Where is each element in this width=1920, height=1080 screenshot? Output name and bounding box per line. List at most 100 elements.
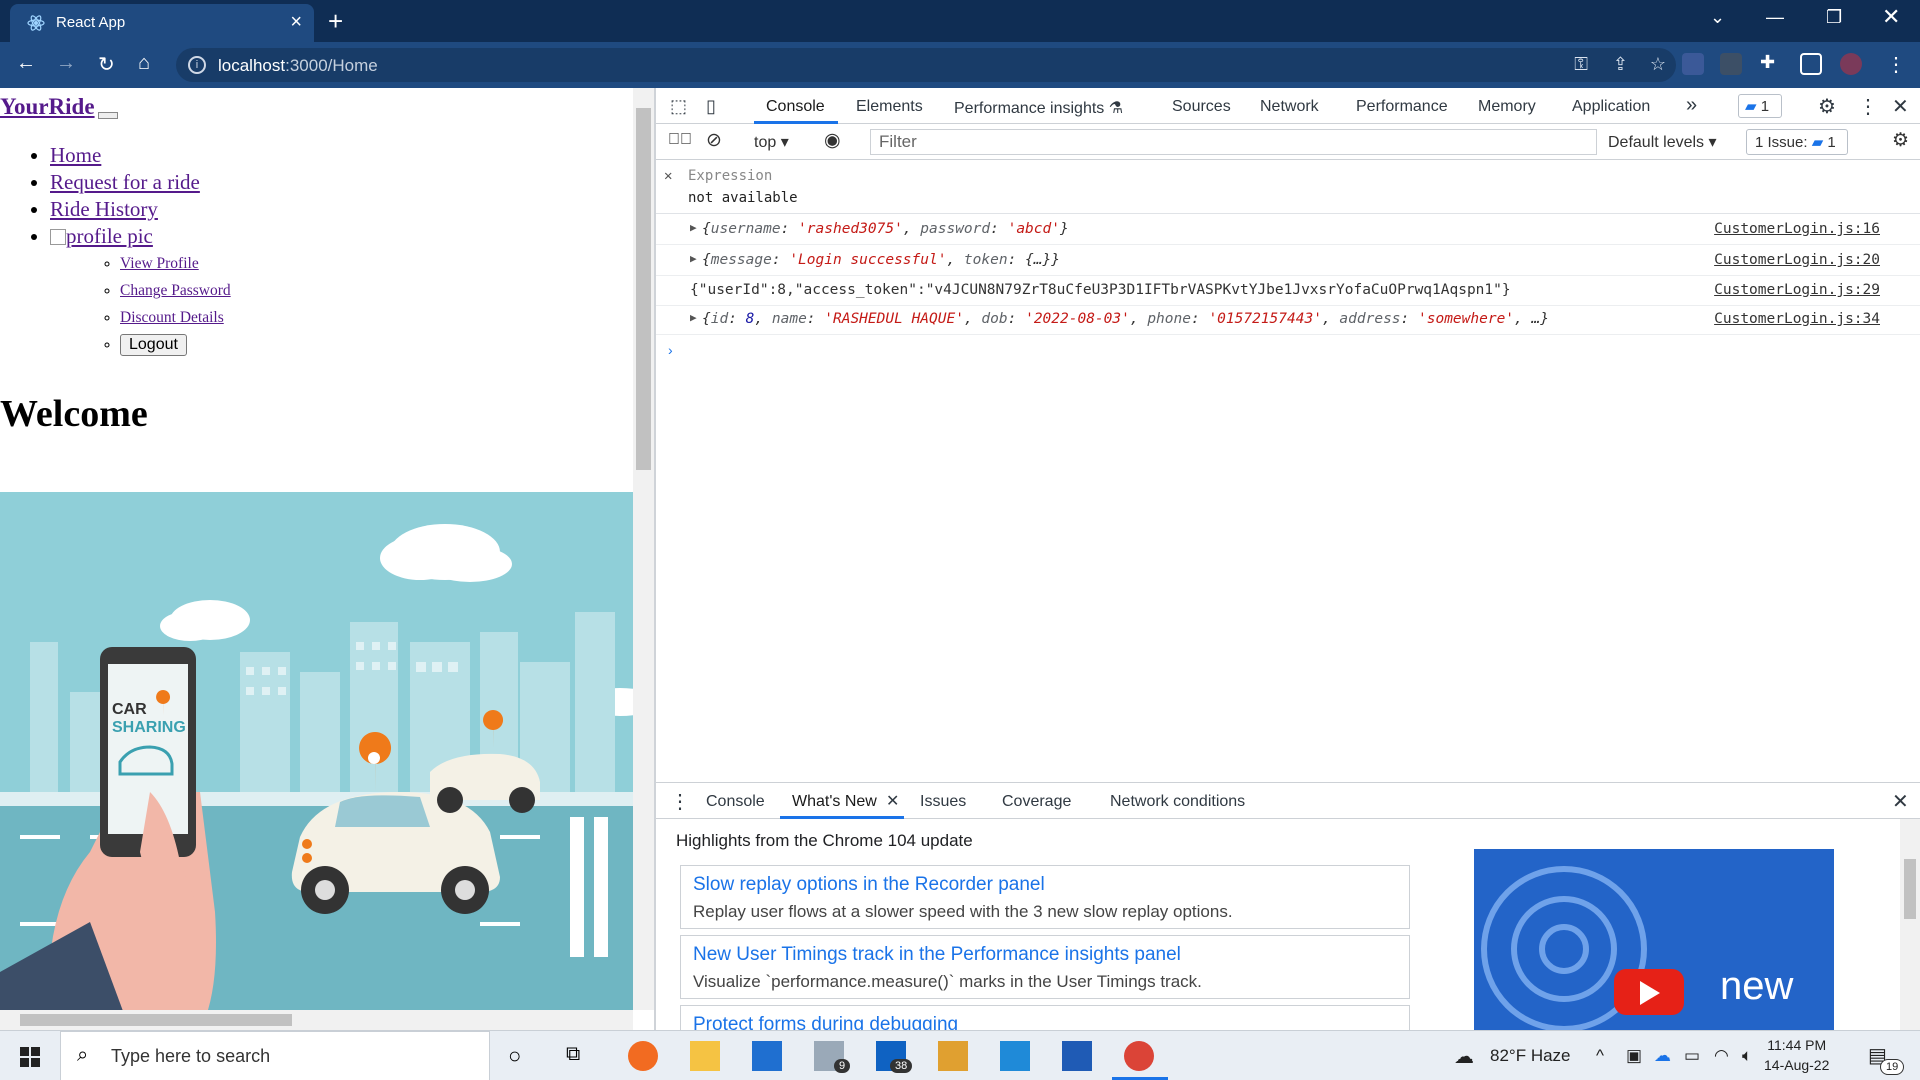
windows-start-icon[interactable] [20,1047,40,1067]
tab-close-icon[interactable]: × [290,11,302,34]
word-icon[interactable] [1062,1041,1092,1071]
expand-arrow-icon[interactable]: ▶ [690,311,697,324]
log-levels-dropdown[interactable]: Default levels ▾ [1608,132,1717,152]
whats-new-video-thumbnail[interactable]: new [1474,849,1834,1031]
volume-icon[interactable]: 🔈︎ [1742,1046,1752,1066]
card-title-link[interactable]: Slow replay options in the Recorder pane… [693,874,1045,896]
brand-link[interactable]: YourRide [0,94,95,120]
nav-link-request-ride[interactable]: Request for a ride [50,170,200,194]
weather-icon[interactable]: ☁ [1454,1044,1474,1069]
microsoft-store-icon[interactable] [752,1041,782,1071]
taskbar-search-box[interactable]: ⌕ Type here to search [60,1031,490,1080]
page-horizontal-scroll-thumb[interactable] [20,1014,292,1026]
source-link[interactable]: CustomerLogin.js:20 [1714,252,1880,268]
tab-memory[interactable]: Memory [1478,98,1536,116]
onedrive-icon[interactable]: ☁ [1654,1046,1671,1066]
wifi-icon[interactable]: ◠ [1714,1046,1729,1066]
console-prompt-icon[interactable]: › [668,342,673,358]
chrome-menu-icon[interactable]: ⋮ [1886,52,1906,77]
drawer-tab-network-conditions[interactable]: Network conditions [1110,793,1245,811]
new-tab-icon[interactable]: + [328,6,343,37]
drawer-scrollbar[interactable] [1900,819,1920,1031]
home-icon[interactable]: ⌂ [138,52,150,75]
app-icon[interactable] [938,1041,968,1071]
source-link[interactable]: CustomerLogin.js:16 [1714,221,1880,237]
address-bar[interactable]: i localhost:3000/Home ⚿ ⇪ ☆ [176,48,1676,82]
profile-pic-link[interactable]: profile pic [50,224,153,248]
firefox-icon[interactable] [628,1041,658,1071]
expression-label[interactable]: Expression [688,168,772,184]
messages-badge[interactable]: ▰ 1 [1738,94,1782,118]
weather-text[interactable]: 82°F Haze [1490,1046,1571,1066]
cortana-icon[interactable]: ○ [508,1043,521,1069]
issues-button[interactable]: 1 Issue: ▰ 1 [1746,129,1848,155]
restore-icon[interactable]: ❐ [1826,7,1842,28]
tab-elements[interactable]: Elements [856,98,923,116]
browser-tab[interactable]: React App × [10,4,314,42]
expand-arrow-icon[interactable]: ▶ [690,221,697,234]
tab-sources[interactable]: Sources [1172,98,1231,116]
profile-avatar[interactable] [1840,53,1862,75]
whats-new-card[interactable]: Protect forms during debugging [680,1005,1410,1031]
drawer-tab-coverage[interactable]: Coverage [1002,793,1071,811]
live-expression-eye-icon[interactable]: ◉ [824,129,841,152]
show-hidden-icons-icon[interactable]: ^ [1596,1046,1604,1066]
card-title-link[interactable]: New User Timings track in the Performanc… [693,944,1181,966]
tab-performance[interactable]: Performance [1356,98,1448,116]
site-info-icon[interactable]: i [188,56,206,74]
inspect-element-icon[interactable]: ⬚ [670,96,687,117]
facebook-extension-icon[interactable] [1682,53,1704,75]
console-settings-icon[interactable]: ⚙ [1892,129,1909,152]
extension-icon[interactable] [1720,53,1742,75]
source-link[interactable]: CustomerLogin.js:29 [1714,282,1880,298]
side-panel-icon[interactable] [1800,53,1822,75]
drawer-tab-whats-new[interactable]: What's New [792,793,877,811]
context-selector[interactable]: top ▾ [754,132,789,152]
password-key-icon[interactable]: ⚿ [1574,54,1588,75]
nav-link-ride-history[interactable]: Ride History [50,197,158,221]
clear-console-icon[interactable]: ⊘ [706,129,722,152]
window-close-icon[interactable]: ✕ [1882,4,1900,30]
battery-icon[interactable]: ▭ [1684,1046,1700,1066]
minimize-icon[interactable]: — [1766,7,1784,28]
nav-link-home[interactable]: Home [50,143,101,167]
console-log-row[interactable]: ▶ {message: 'Login successful', token: {… [656,246,1920,276]
devtools-menu-icon[interactable]: ⋮ [1858,94,1878,119]
tab-performance-insights[interactable]: Performance insights ⚗ [954,98,1123,118]
tab-network[interactable]: Network [1260,98,1319,116]
page-horizontal-scrollbar[interactable] [0,1010,633,1030]
meet-now-icon[interactable]: ▣ [1626,1046,1642,1066]
source-link[interactable]: CustomerLogin.js:34 [1714,311,1880,327]
filter-input[interactable]: Filter [870,129,1597,155]
bookmark-star-icon[interactable]: ☆ [1650,54,1666,75]
share-icon[interactable]: ⇪ [1613,54,1628,75]
discount-details-link[interactable]: Discount Details [120,309,224,326]
card-title-link[interactable]: Protect forms during debugging [693,1014,958,1030]
sidebar-toggle-icon[interactable]: ▶⃞ [668,131,692,149]
close-drawer-icon[interactable]: ✕ [1892,789,1909,814]
tab-application[interactable]: Application [1572,98,1650,116]
drawer-menu-icon[interactable]: ⋮ [670,789,690,814]
close-whats-new-icon[interactable]: ✕ [886,791,899,811]
console-log-row[interactable]: ▶ {id: 8, name: 'RASHEDUL HAQUE', dob: '… [656,305,1920,335]
navbar-toggler-button[interactable] [98,112,118,119]
chrome-icon[interactable] [1124,1041,1154,1071]
expand-arrow-icon[interactable]: ▶ [690,252,697,265]
console-log-row[interactable]: {"userId":8,"access_token":"v4JCUN8N79Zr… [656,276,1920,306]
view-profile-link[interactable]: View Profile [120,255,199,272]
taskbar-clock[interactable]: 11:44 PM 14-Aug-22 [1764,1035,1829,1075]
drawer-scroll-thumb[interactable] [1904,859,1916,919]
whats-new-card[interactable]: Slow replay options in the Recorder pane… [680,865,1410,929]
page-vertical-scrollbar[interactable] [633,88,654,1010]
reload-icon[interactable]: ↻ [98,52,115,77]
forward-icon[interactable]: → [56,52,76,75]
change-password-link[interactable]: Change Password [120,282,231,299]
extensions-puzzle-icon[interactable]: ✚ [1760,52,1775,73]
console-log-row[interactable]: ▶ {username: 'rashed3075', password: 'ab… [656,215,1920,245]
drawer-tab-issues[interactable]: Issues [920,793,966,811]
logout-button[interactable]: Logout [120,334,187,356]
back-icon[interactable]: ← [16,52,36,75]
remove-expression-icon[interactable]: ✕ [664,168,672,184]
page-vertical-scroll-thumb[interactable] [636,108,651,470]
tab-search-chevron-icon[interactable]: ⌄ [1710,7,1725,28]
